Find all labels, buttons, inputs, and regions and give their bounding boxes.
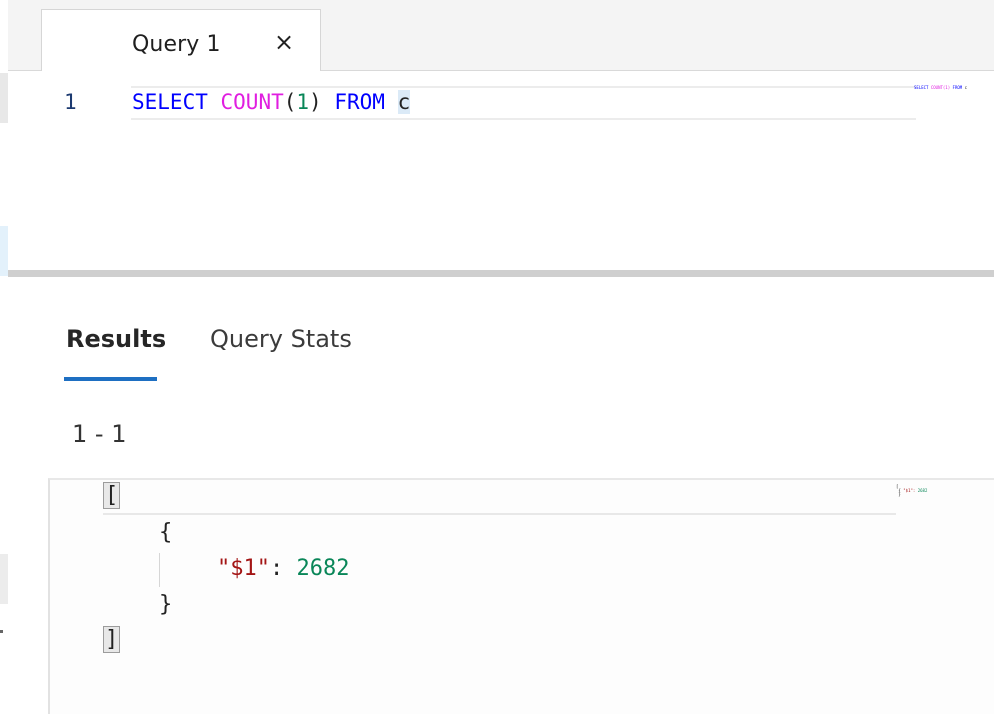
indent-guide (159, 553, 160, 587)
open-paren: ( (283, 90, 297, 114)
pane-splitter[interactable] (8, 270, 994, 277)
keyword-select: SELECT (132, 90, 208, 114)
tab-strip: Query 1 × (0, 0, 994, 71)
line-number: 1 (64, 90, 77, 114)
close-object-brace: } (159, 592, 173, 617)
function-count: COUNT (220, 90, 284, 114)
editor-minimap[interactable]: SELECT COUNT(1) FROM c (914, 85, 984, 91)
query-editor[interactable]: 1 SELECT COUNT(1) FROM c SELECT COUNT(1)… (0, 71, 994, 276)
json-line-1: [ (102, 482, 121, 509)
close-icon[interactable]: × (270, 28, 298, 56)
code-line[interactable]: SELECT COUNT(1) FROM c (132, 90, 411, 114)
json-key: "$1" (217, 556, 270, 581)
json-line-4: } (159, 592, 172, 617)
gutter-marker (0, 630, 3, 633)
active-tab-indicator (64, 377, 157, 381)
open-array-bracket: [ (102, 482, 121, 509)
keyword-from: FROM (334, 90, 385, 114)
current-line-highlight (103, 481, 896, 515)
container-alias: c (397, 90, 411, 114)
json-line-2: { (159, 520, 172, 545)
close-array-bracket: ] (102, 626, 121, 653)
tab-label: Query 1 (132, 32, 221, 57)
gutter-marker (0, 554, 8, 604)
json-minimap[interactable]: [ { "$1": 2682 } (896, 485, 956, 497)
close-paren: ) (309, 90, 322, 114)
result-range: 1 - 1 (72, 420, 127, 448)
gutter-marker (0, 73, 8, 123)
json-value: 2682 (296, 556, 350, 581)
tab-query-1[interactable]: Query 1 × (41, 9, 321, 71)
open-object-brace: { (159, 520, 173, 545)
tab-query-stats[interactable]: Query Stats (210, 325, 352, 353)
tab-results[interactable]: Results (66, 325, 166, 353)
gutter-marker (0, 226, 8, 276)
json-colon: : (269, 556, 284, 581)
json-line-3: "$1": 2682 (217, 556, 349, 581)
json-line-5: ] (102, 626, 121, 653)
results-tab-bar: Results Query Stats (0, 277, 994, 387)
count-argument: 1 (296, 90, 310, 114)
